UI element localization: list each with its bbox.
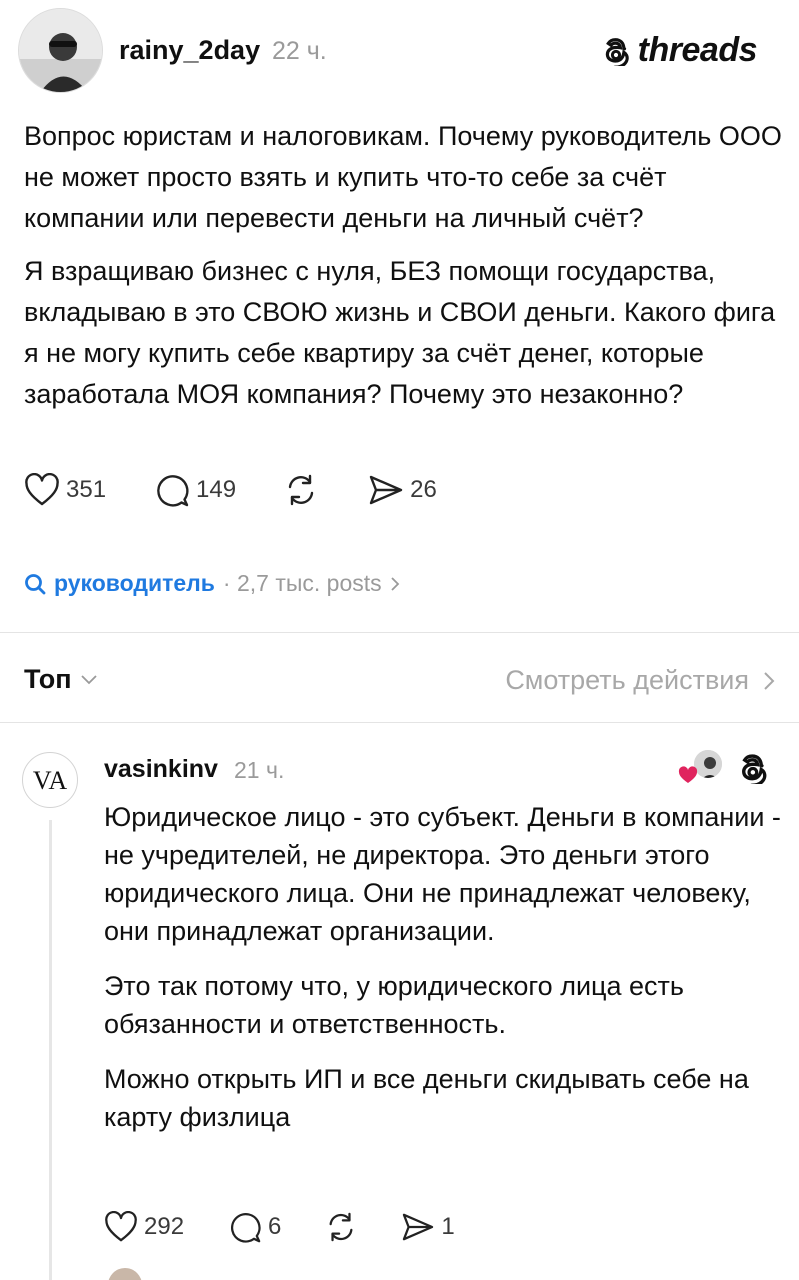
send-icon bbox=[403, 1213, 434, 1241]
reply-timestamp: 21 ч. bbox=[234, 757, 285, 783]
author-username[interactable]: rainy_2day bbox=[119, 35, 260, 66]
view-activity-link[interactable]: Смотреть действия bbox=[505, 665, 775, 696]
reply-body: Юридическое лицо - это субъект. Деньги в… bbox=[104, 798, 784, 1153]
heart-icon bbox=[105, 1211, 137, 1242]
like-button[interactable]: 292 bbox=[104, 1211, 184, 1243]
chevron-right-icon bbox=[764, 671, 775, 690]
author-liked-indicator bbox=[676, 748, 726, 788]
repost-icon bbox=[288, 474, 314, 506]
threads-logo: threads bbox=[602, 30, 758, 70]
comment-icon bbox=[157, 475, 189, 507]
search-icon bbox=[25, 573, 46, 594]
repost-button[interactable] bbox=[284, 473, 318, 507]
share-count: 26 bbox=[410, 476, 437, 503]
post-action-bar: 351 149 26 bbox=[24, 472, 437, 508]
reply-button[interactable]: 149 bbox=[154, 472, 236, 508]
send-icon bbox=[369, 475, 403, 505]
share-button[interactable]: 26 bbox=[368, 474, 437, 506]
topic-link[interactable]: руководитель · 2,7 тыс. posts bbox=[24, 570, 400, 597]
comment-icon bbox=[231, 1212, 261, 1243]
reply-count: 149 bbox=[196, 476, 237, 503]
chevron-down-icon bbox=[80, 674, 97, 684]
section-divider bbox=[0, 722, 799, 723]
post-paragraph: Я взращиваю бизнес с нуля, БЕЗ помощи го… bbox=[24, 256, 776, 409]
topic-meta: · 2,7 тыс. posts bbox=[222, 570, 382, 596]
view-activity-label: Смотреть действия bbox=[505, 665, 749, 695]
post-timestamp: 22 ч. bbox=[272, 37, 327, 65]
reply-paragraph: Можно открыть ИП и все деньги скидывать … bbox=[104, 1064, 749, 1132]
share-button[interactable]: 1 bbox=[401, 1212, 455, 1242]
threads-post-page: rainy_2day 22 ч. threads Вопрос юристам … bbox=[0, 0, 799, 1280]
repost-button[interactable] bbox=[325, 1211, 357, 1243]
reply-count: 6 bbox=[268, 1213, 282, 1240]
author-avatar[interactable] bbox=[18, 8, 103, 93]
threads-wordmark: threads bbox=[637, 30, 758, 69]
like-count: 292 bbox=[144, 1213, 185, 1240]
topic-tag[interactable]: руководитель bbox=[54, 570, 215, 597]
threads-icon[interactable] bbox=[738, 750, 772, 789]
sort-dropdown[interactable]: Топ bbox=[24, 664, 98, 695]
reply-username[interactable]: vasinkinv bbox=[104, 755, 218, 784]
reply-action-bar: 292 6 1 bbox=[104, 1210, 455, 1244]
reply-paragraph: Это так потому что, у юридического лица … bbox=[104, 971, 684, 1039]
post-paragraph: Вопрос юристам и налоговикам. Почему рук… bbox=[24, 121, 782, 233]
avatar-initials: VA bbox=[33, 766, 67, 795]
heart-icon bbox=[678, 766, 698, 783]
chevron-right-icon bbox=[391, 576, 399, 591]
thread-line bbox=[49, 820, 52, 1280]
like-count: 351 bbox=[66, 476, 107, 503]
reply-button[interactable]: 6 bbox=[228, 1210, 281, 1244]
threads-at-icon bbox=[605, 38, 629, 66]
post-header: rainy_2day 22 ч. threads bbox=[0, 0, 799, 100]
sort-label: Топ bbox=[24, 664, 72, 694]
repost-icon bbox=[329, 1212, 353, 1242]
post-body: Вопрос юристам и налоговикам. Почему рук… bbox=[24, 116, 784, 427]
share-count: 1 bbox=[441, 1213, 455, 1240]
heart-icon bbox=[25, 473, 59, 506]
next-reply-avatar[interactable] bbox=[108, 1268, 142, 1280]
reply-paragraph: Юридическое лицо - это субъект. Деньги в… bbox=[104, 802, 781, 946]
reply-author-avatar[interactable]: VA bbox=[22, 752, 78, 808]
like-button[interactable]: 351 bbox=[24, 473, 106, 507]
section-divider bbox=[0, 632, 799, 633]
